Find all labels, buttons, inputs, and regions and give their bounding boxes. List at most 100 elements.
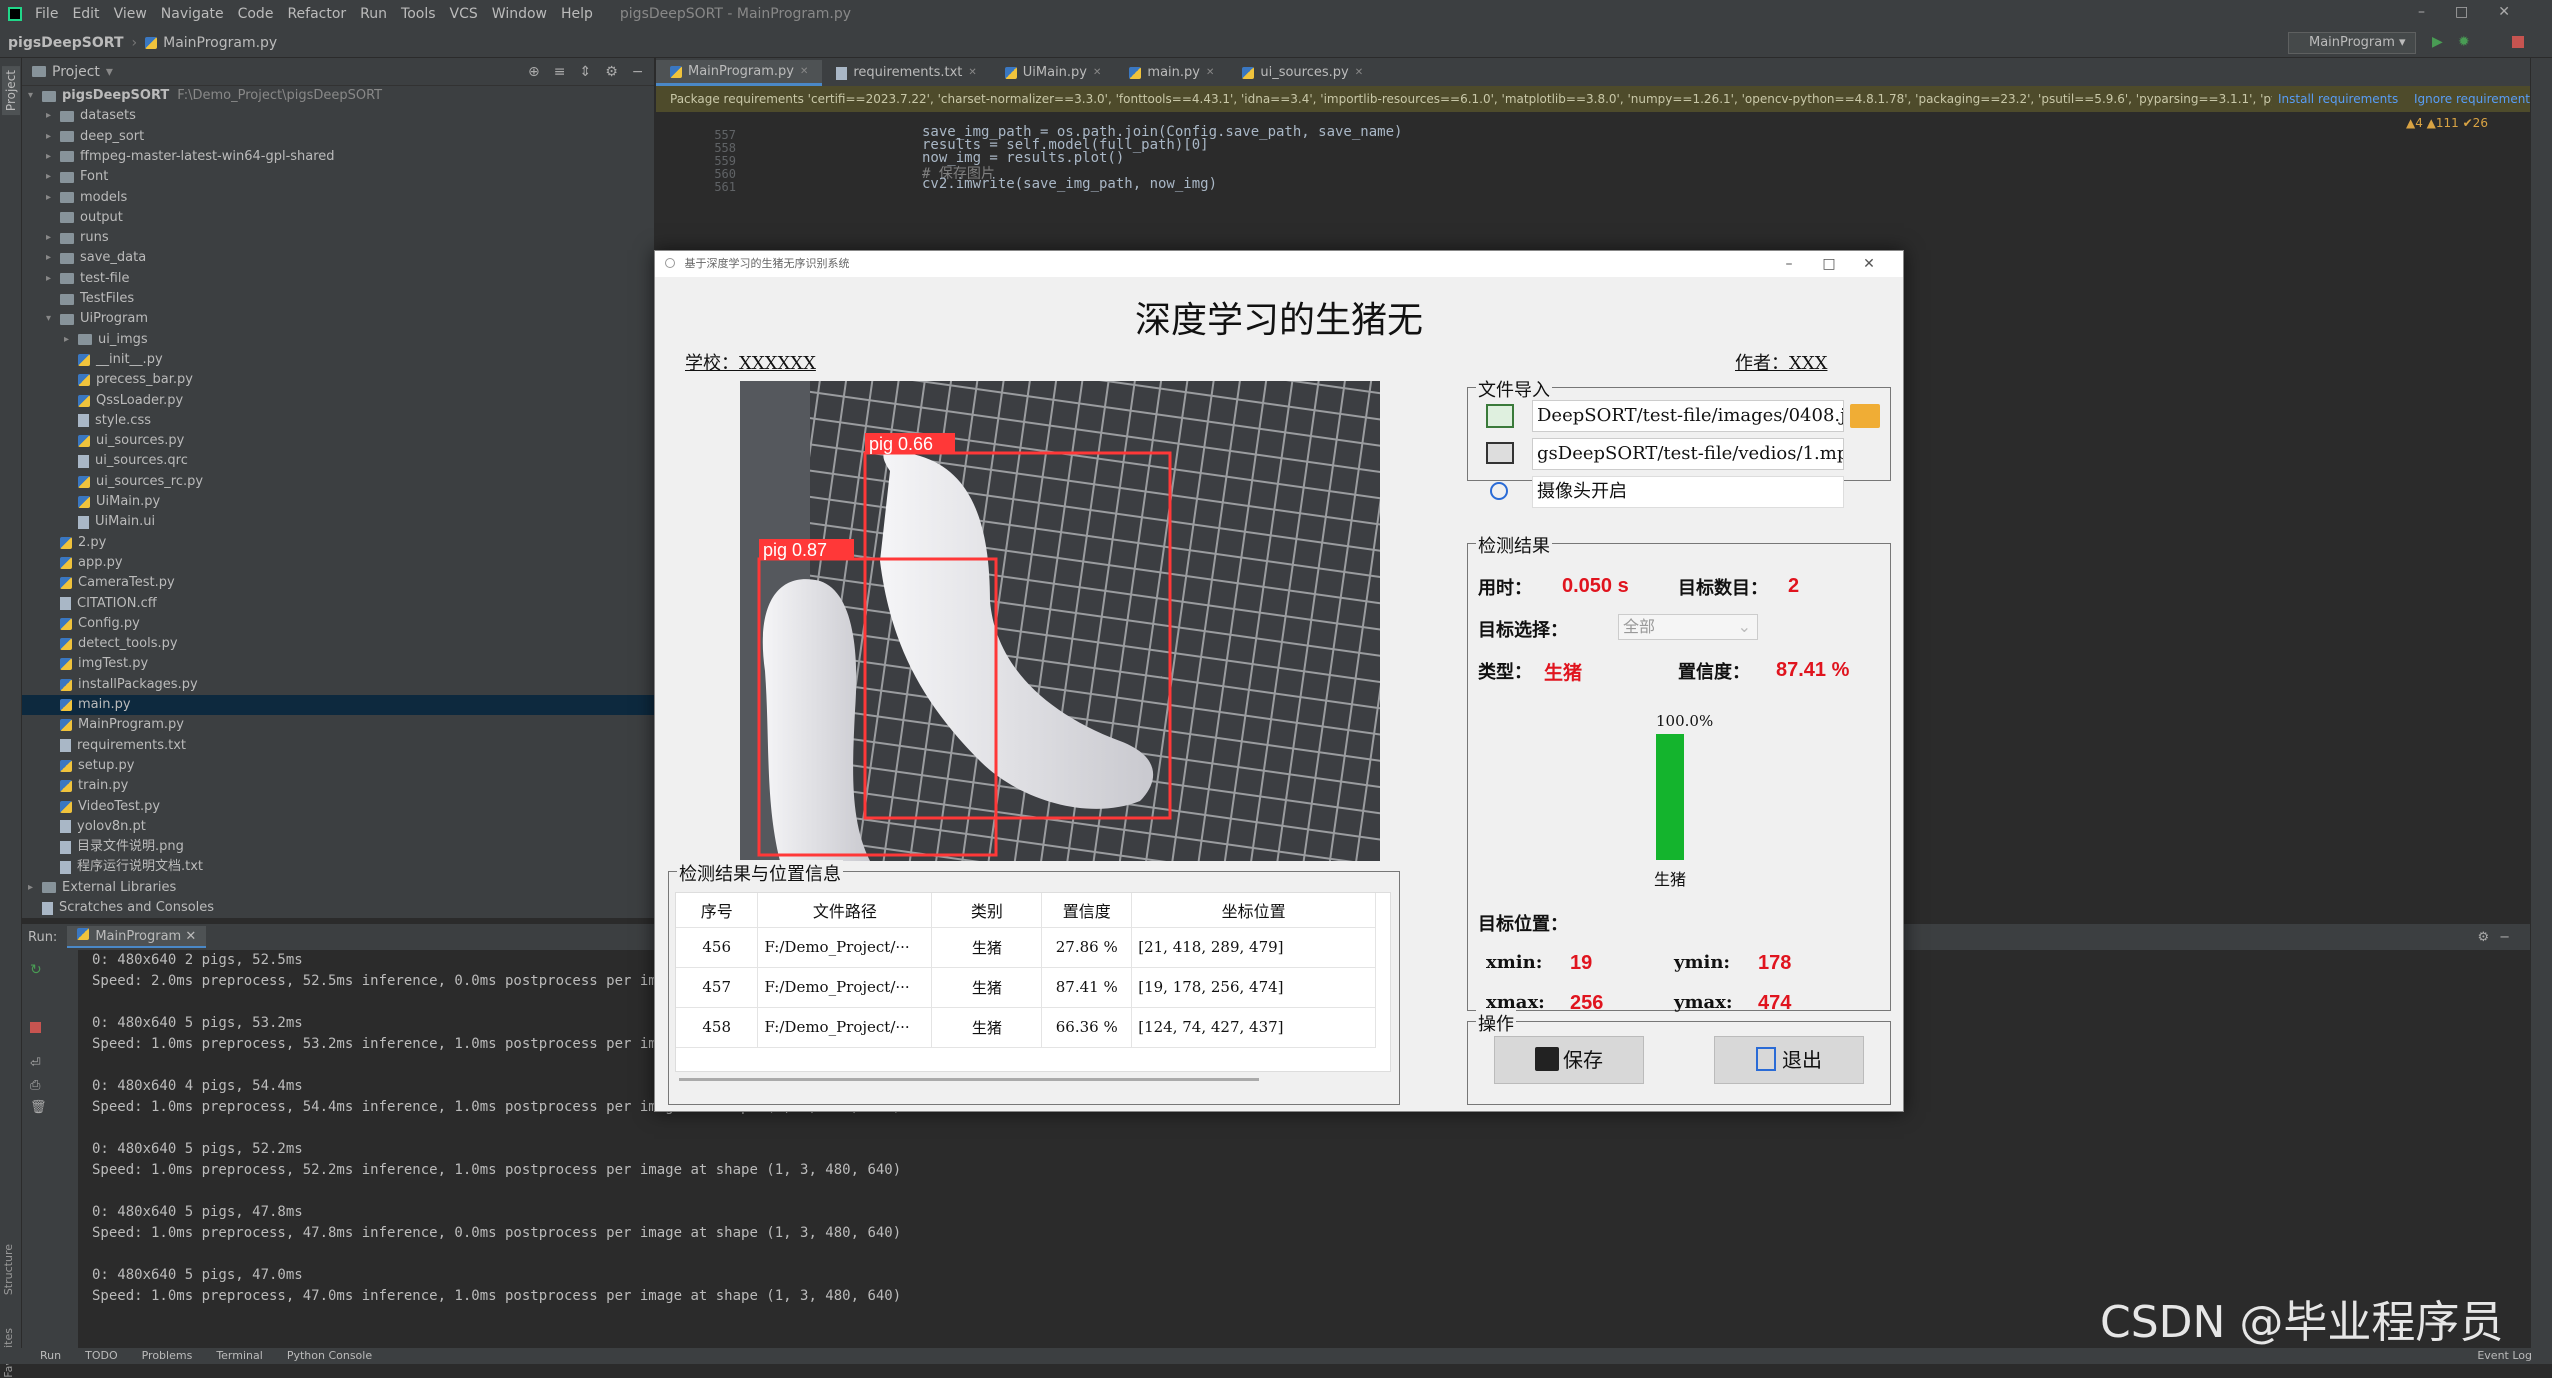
tree-item[interactable]: yolov8n.pt <box>22 817 654 837</box>
tree-item[interactable]: imgTest.py <box>22 654 654 674</box>
close-icon[interactable]: ✕ <box>800 59 808 85</box>
close-icon[interactable]: ✕ <box>1206 60 1214 86</box>
menu-item-view[interactable]: View <box>107 6 154 22</box>
menu-item-run[interactable]: Run <box>353 6 394 22</box>
code-line[interactable]: cv2.imwrite(save_img_path, now_img) <box>922 176 1217 192</box>
close-icon[interactable]: ✕ <box>1355 60 1363 86</box>
chevron-right-icon[interactable]: ▸ <box>46 127 60 147</box>
tree-item[interactable]: UiMain.py <box>22 492 654 512</box>
tree-item[interactable]: style.css <box>22 411 654 431</box>
editor-tab[interactable]: requirements.txt ✕ <box>822 60 990 86</box>
tree-item[interactable]: QssLoader.py <box>22 391 654 411</box>
chevron-right-icon[interactable]: ▸ <box>46 147 60 167</box>
table-header-cell[interactable]: 序号 <box>676 893 759 928</box>
run-tab[interactable]: MainProgram ✕ <box>67 926 207 948</box>
run-icon[interactable]: ▶ <box>2432 34 2443 50</box>
rerun-icon[interactable]: ↻ <box>30 962 42 978</box>
close-icon[interactable]: ✕ <box>968 60 976 86</box>
close-icon[interactable]: ✕ <box>1093 60 1101 86</box>
menu-item-refactor[interactable]: Refactor <box>280 6 353 22</box>
results-table-viewport[interactable]: 序号 文件路径 类别 置信度 坐标位置 456 F:/Demo_Project/··· 生猪… <box>675 892 1391 1072</box>
tree-item[interactable]: ▾ UiProgram <box>22 309 654 329</box>
chevron-right-icon[interactable]: ▸ <box>46 269 60 289</box>
menu-item-code[interactable]: Code <box>231 6 281 22</box>
soft-wrap-icon[interactable]: ⏎ <box>30 1056 41 1071</box>
menu-item-vcs[interactable]: VCS <box>443 6 485 22</box>
tree-item[interactable]: 程序运行说明文档.txt <box>22 857 654 877</box>
save-button[interactable]: 保存 <box>1494 1036 1644 1084</box>
tree-item[interactable]: ▸ ffmpeg-master-latest-win64-gpl-shared <box>22 147 654 167</box>
chevron-down-icon[interactable]: ▾ <box>106 64 113 80</box>
tree-item[interactable]: detect_tools.py <box>22 634 654 654</box>
status-tab[interactable]: Run <box>40 1349 61 1362</box>
tree-item[interactable]: ▾ pigsDeepSORT F:\Demo_Project\pigsDeepSOR… <box>22 86 654 106</box>
menu-item-edit[interactable]: Edit <box>65 6 106 22</box>
chevron-right-icon[interactable]: ▸ <box>64 330 78 350</box>
table-header-cell[interactable]: 置信度 <box>1041 893 1133 928</box>
editor-tab[interactable]: MainProgram.py ✕ <box>656 59 823 86</box>
chevron-right-icon[interactable]: ▸ <box>46 228 60 248</box>
tree-item[interactable]: Scratches and Consoles <box>22 898 654 918</box>
chevron-right-icon[interactable]: ▸ <box>46 248 60 268</box>
chevron-right-icon[interactable]: ▸ <box>46 188 60 208</box>
tree-item[interactable]: ▸ save_data <box>22 248 654 268</box>
tree-item[interactable]: ▸ ui_imgs <box>22 330 654 350</box>
event-log-button[interactable]: Event Log <box>2477 1348 2532 1364</box>
tree-item[interactable]: ▸ External Libraries <box>22 878 654 898</box>
tree-item[interactable]: MainProgram.py <box>22 715 654 735</box>
tree-item[interactable]: ▸ deep_sort <box>22 127 654 147</box>
editor-tab[interactable]: UiMain.py ✕ <box>991 60 1116 86</box>
table-row[interactable]: 457 F:/Demo_Project/··· 生猪 87.41 % [19, 178,… <box>676 967 1376 1008</box>
tree-item[interactable]: VideoTest.py <box>22 797 654 817</box>
tree-item[interactable]: setup.py <box>22 756 654 776</box>
tree-item[interactable]: CITATION.cff <box>22 594 654 614</box>
minimize-button[interactable]: – <box>1769 251 1809 277</box>
tree-item[interactable]: 目录文件说明.png <box>22 837 654 857</box>
window-controls[interactable]: –□✕ <box>2418 4 2540 20</box>
tree-item[interactable]: train.py <box>22 776 654 796</box>
settings-gear-icon[interactable]: ⚙− <box>2477 930 2520 945</box>
tree-item[interactable]: UiMain.ui <box>22 512 654 532</box>
menu-item-help[interactable]: Help <box>554 6 600 22</box>
tree-item[interactable]: 2.py <box>22 533 654 553</box>
exit-button[interactable]: 退出 <box>1714 1036 1864 1084</box>
editor-tab[interactable]: main.py ✕ <box>1115 60 1228 86</box>
tree-item[interactable]: ui_sources.qrc <box>22 451 654 471</box>
tree-item[interactable]: output <box>22 208 654 228</box>
video-path-field[interactable]: gsDeepSORT/test-file/vedios/1.mp4 <box>1532 438 1844 470</box>
chevron-right-icon[interactable]: ▸ <box>28 878 42 898</box>
stop-icon[interactable] <box>30 1022 41 1033</box>
tree-item[interactable]: precess_bar.py <box>22 370 654 390</box>
tree-item[interactable]: ▸ datasets <box>22 106 654 126</box>
chevron-down-icon[interactable]: ▾ <box>46 309 60 329</box>
print-icon[interactable]: ⎙ <box>30 1078 40 1093</box>
table-header-cell[interactable]: 坐标位置 <box>1131 893 1376 928</box>
tree-item[interactable]: ui_sources_rc.py <box>22 472 654 492</box>
editor-tab[interactable]: ui_sources.py ✕ <box>1228 60 1377 86</box>
tree-item[interactable]: main.py <box>22 695 654 715</box>
tree-item[interactable]: Config.py <box>22 614 654 634</box>
project-header-label[interactable]: Project <box>52 64 100 80</box>
table-header-cell[interactable]: 文件路径 <box>757 893 933 928</box>
table-header-cell[interactable]: 类别 <box>931 893 1043 928</box>
tree-item[interactable]: ▸ test-file <box>22 269 654 289</box>
table-hscroll[interactable] <box>679 1078 1259 1081</box>
tree-item[interactable]: CameraTest.py <box>22 573 654 593</box>
folder-open-icon[interactable] <box>1850 404 1880 428</box>
tree-item[interactable]: __init__.py <box>22 350 654 370</box>
tree-item[interactable]: installPackages.py <box>22 675 654 695</box>
video-import-icon[interactable] <box>1486 442 1514 464</box>
tree-item[interactable]: app.py <box>22 553 654 573</box>
project-tool-tab[interactable]: Project <box>2 66 20 116</box>
status-tab[interactable]: Problems <box>142 1349 193 1362</box>
chevron-right-icon[interactable]: ▸ <box>46 106 60 126</box>
status-tab[interactable]: Python Console <box>287 1349 372 1362</box>
ignore-requirements-link[interactable]: Ignore requirements <box>2408 86 2530 112</box>
tree-item[interactable]: TestFiles <box>22 289 654 309</box>
table-row[interactable]: 458 F:/Demo_Project/··· 生猪 66.36 % [124, 74,… <box>676 1007 1376 1048</box>
status-tab[interactable]: Terminal <box>216 1349 263 1362</box>
trash-icon[interactable]: 🗑 <box>30 1100 47 1115</box>
install-requirements-link[interactable]: Install requirements <box>2272 86 2399 112</box>
menu-item-file[interactable]: File <box>28 6 65 22</box>
chevron-right-icon[interactable]: ▸ <box>46 167 60 187</box>
